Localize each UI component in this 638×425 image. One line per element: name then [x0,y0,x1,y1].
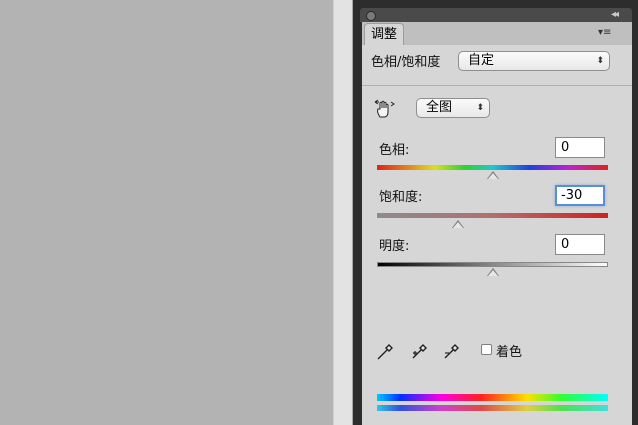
input-color-spectrum [377,394,608,401]
lightness-label: 明度: [379,239,410,254]
saturation-slider-track[interactable] [377,213,608,218]
select-arrows-icon: ⬍ [596,56,604,66]
channel-select[interactable]: 全图 ⬍ [416,98,490,118]
hue-label: 色相: [379,143,410,158]
lightness-slider-track[interactable] [377,262,608,267]
hand-adjust-icon[interactable] [374,98,396,120]
panel-menu-icon[interactable]: ▾≡ [598,25,622,41]
lightness-input[interactable]: 0 [555,234,605,255]
output-color-spectrum [377,405,608,411]
hue-slider-thumb[interactable] [487,171,499,179]
tab-adjustments[interactable]: 调整 [364,23,404,45]
preset-select[interactable]: 自定 ⬍ [458,51,610,71]
select-arrows-icon: ⬍ [476,103,484,113]
colorize-checkbox[interactable] [481,344,492,355]
eyedropper-plus-icon[interactable] [410,341,430,361]
eyedropper-minus-icon[interactable] [442,341,462,361]
panel-title-bar[interactable] [360,8,632,22]
saturation-input[interactable]: -30 [555,185,605,206]
document-canvas[interactable] [0,0,333,425]
saturation-label: 饱和度: [379,190,423,205]
hue-input[interactable]: 0 [555,137,605,158]
hue-slider-track[interactable] [377,165,608,170]
adjustment-title: 色相/饱和度 [371,55,441,70]
divider [362,85,632,86]
saturation-slider-thumb[interactable] [452,220,464,228]
panel-dock-strip [333,0,353,425]
channel-select-value: 全图 [426,100,453,115]
colorize-label: 着色 [496,345,523,360]
close-panel-button[interactable] [366,11,376,21]
preset-select-value: 自定 [468,53,495,68]
lightness-slider-thumb[interactable] [487,268,499,276]
collapse-icon[interactable]: ◂◂ [604,8,624,22]
eyedropper-icon[interactable] [376,341,396,361]
